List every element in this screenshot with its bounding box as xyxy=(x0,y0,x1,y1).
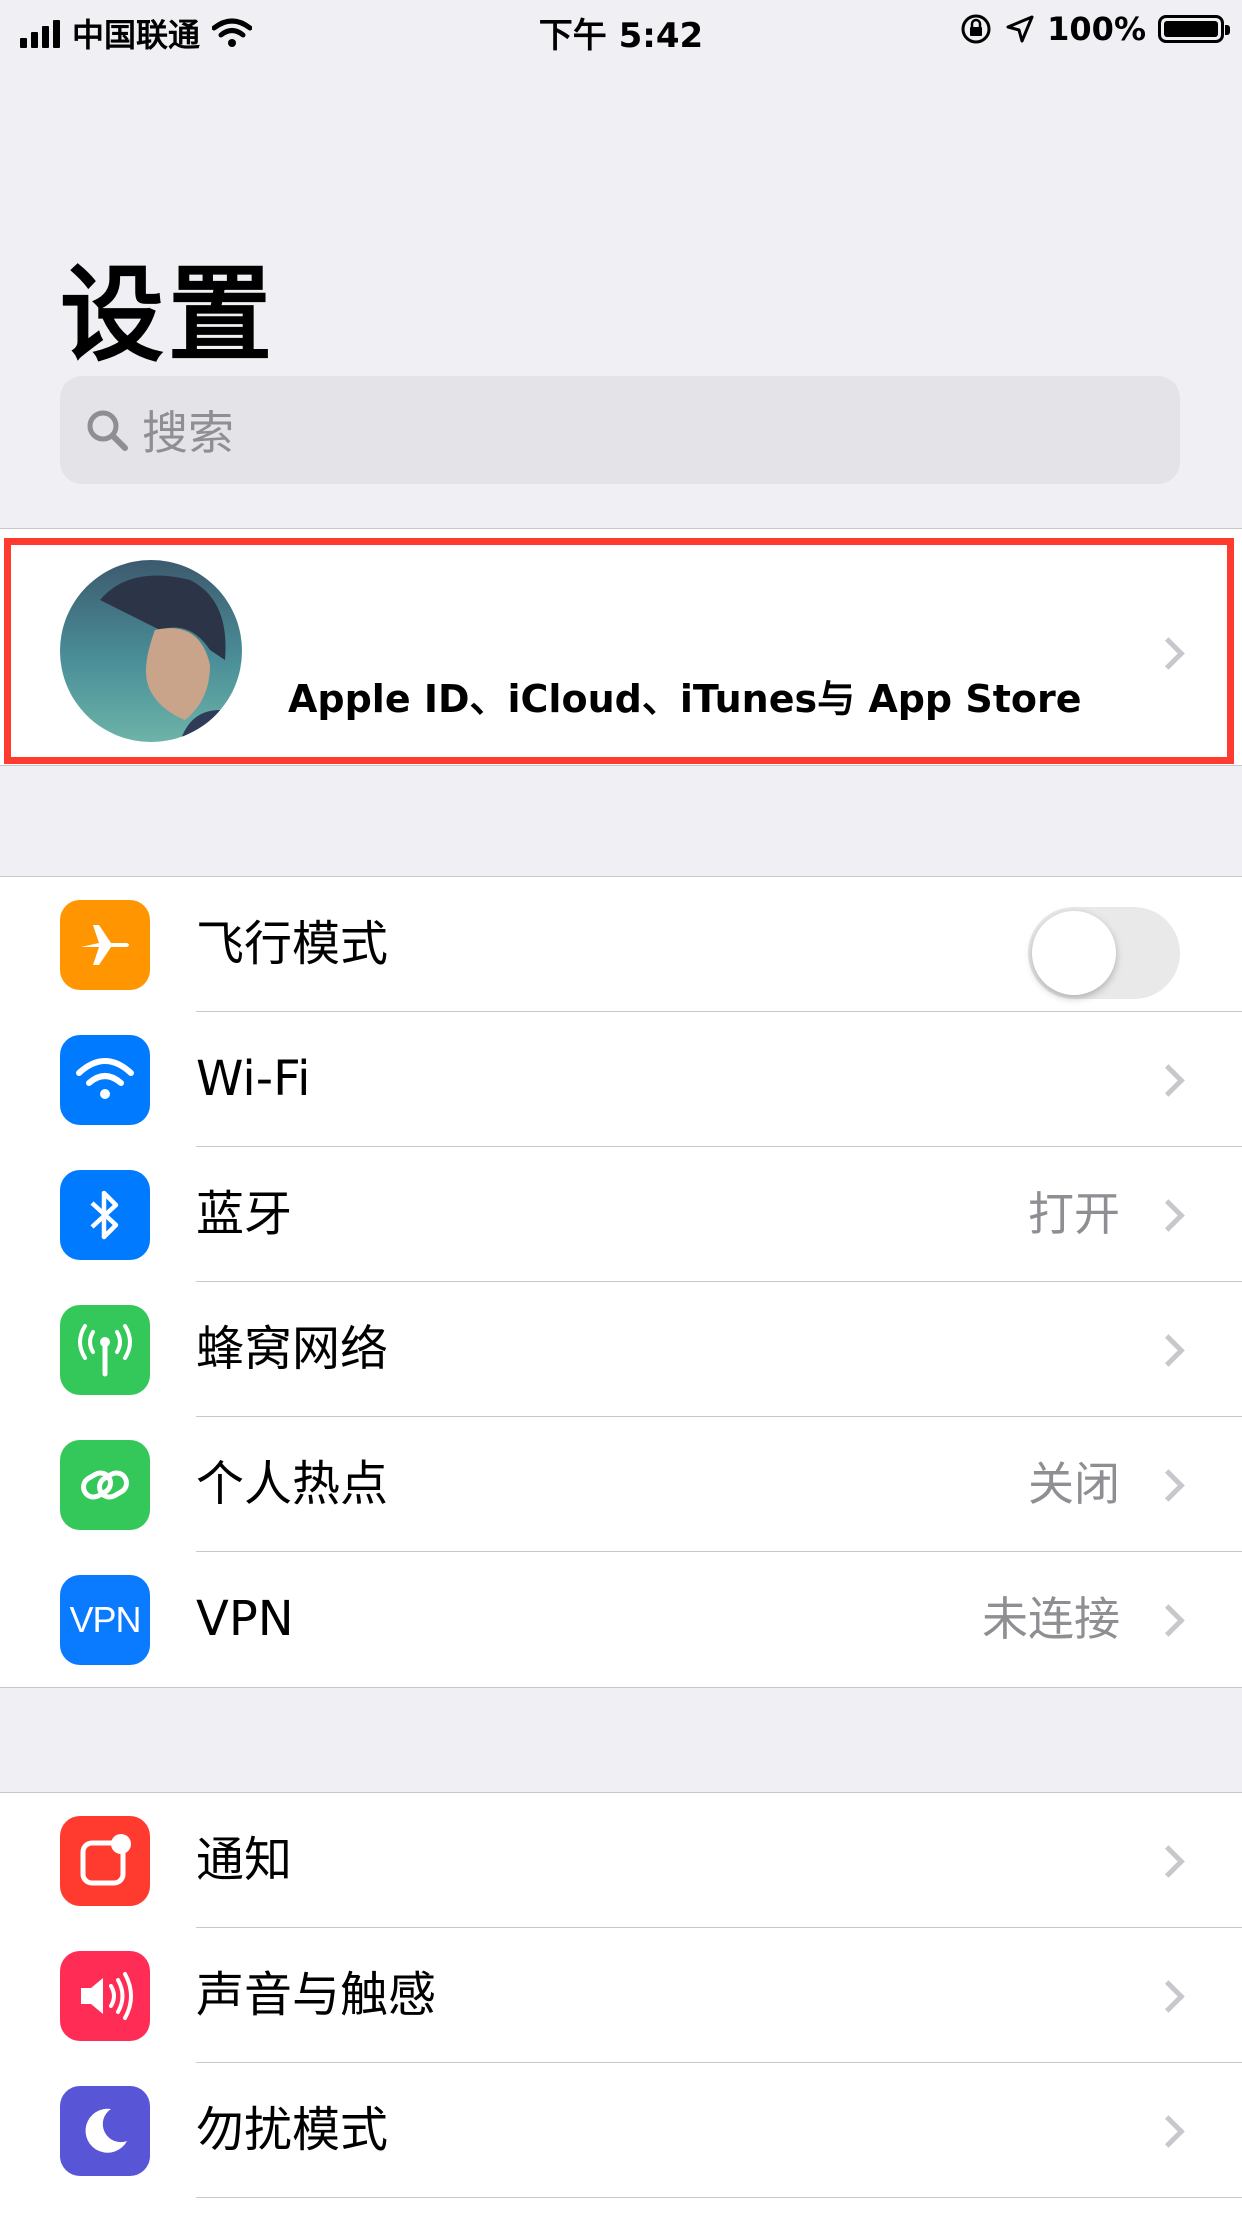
chevron-right-icon xyxy=(1152,1980,1185,2013)
row-notifications[interactable]: 通知 xyxy=(0,1793,1242,1928)
row-bluetooth[interactable]: 蓝牙 打开 xyxy=(0,1147,1242,1282)
search-placeholder: 搜索 xyxy=(142,406,234,460)
row-label: 勿扰模式 xyxy=(196,2102,389,2158)
settings-group-notifications: 通知 声音与触感 勿扰模式 xyxy=(0,1792,1242,2223)
row-label: VPN xyxy=(196,1591,294,1647)
settings-group-connectivity: 飞行模式 Wi-Fi 蓝牙 打开 蜂窝网络 个人热点 关闭 VPN VPN 未连… xyxy=(0,876,1242,1688)
chevron-right-icon xyxy=(1152,1334,1185,1367)
moon-icon xyxy=(60,2086,150,2176)
sound-icon xyxy=(60,1951,150,2041)
row-label: 通知 xyxy=(196,1832,293,1888)
row-airplane-mode[interactable]: 飞行模式 xyxy=(0,877,1242,1012)
airplane-mode-toggle[interactable] xyxy=(1028,907,1180,999)
chevron-right-icon xyxy=(1152,2115,1185,2148)
orientation-lock-icon xyxy=(961,14,991,44)
row-wifi[interactable]: Wi-Fi xyxy=(0,1012,1242,1147)
search-icon xyxy=(87,410,128,451)
battery-icon xyxy=(1158,15,1230,43)
chevron-right-icon xyxy=(1152,1845,1185,1878)
row-label: 飞行模式 xyxy=(196,916,389,972)
row-label: 个人热点 xyxy=(196,1456,389,1512)
row-value: 打开 xyxy=(1028,1187,1120,1241)
hotspot-icon xyxy=(60,1440,150,1530)
search-input[interactable]: 搜索 xyxy=(60,376,1180,484)
chevron-right-icon xyxy=(1152,1064,1185,1097)
airplane-icon xyxy=(60,900,150,990)
row-personal-hotspot[interactable]: 个人热点 关闭 xyxy=(0,1417,1242,1552)
notifications-icon xyxy=(60,1816,150,1906)
wifi-icon xyxy=(60,1035,150,1125)
highlight-box xyxy=(4,538,1234,764)
battery-percent: 100% xyxy=(1047,10,1146,48)
row-label: Wi-Fi xyxy=(196,1051,311,1107)
row-do-not-disturb[interactable]: 勿扰模式 xyxy=(0,2063,1242,2198)
row-label: 声音与触感 xyxy=(196,1967,437,2023)
row-vpn[interactable]: VPN VPN 未连接 xyxy=(0,1552,1242,1687)
chevron-right-icon xyxy=(1152,1469,1185,1502)
bluetooth-icon xyxy=(60,1170,150,1260)
row-value: 关闭 xyxy=(1028,1457,1120,1511)
row-sounds-haptics[interactable]: 声音与触感 xyxy=(0,1928,1242,2063)
chevron-right-icon xyxy=(1152,1199,1185,1232)
location-icon xyxy=(1006,15,1034,43)
status-bar: 中国联通 下午 5:42 100% xyxy=(0,0,1242,62)
row-label: 蓝牙 xyxy=(196,1186,293,1242)
row-cellular[interactable]: 蜂窝网络 xyxy=(0,1282,1242,1417)
row-label: 蜂窝网络 xyxy=(196,1321,389,1377)
vpn-icon: VPN xyxy=(60,1575,150,1665)
cellular-icon xyxy=(60,1305,150,1395)
row-value: 未连接 xyxy=(982,1592,1120,1646)
chevron-right-icon xyxy=(1152,1604,1185,1637)
page-title: 设置 xyxy=(60,254,277,376)
